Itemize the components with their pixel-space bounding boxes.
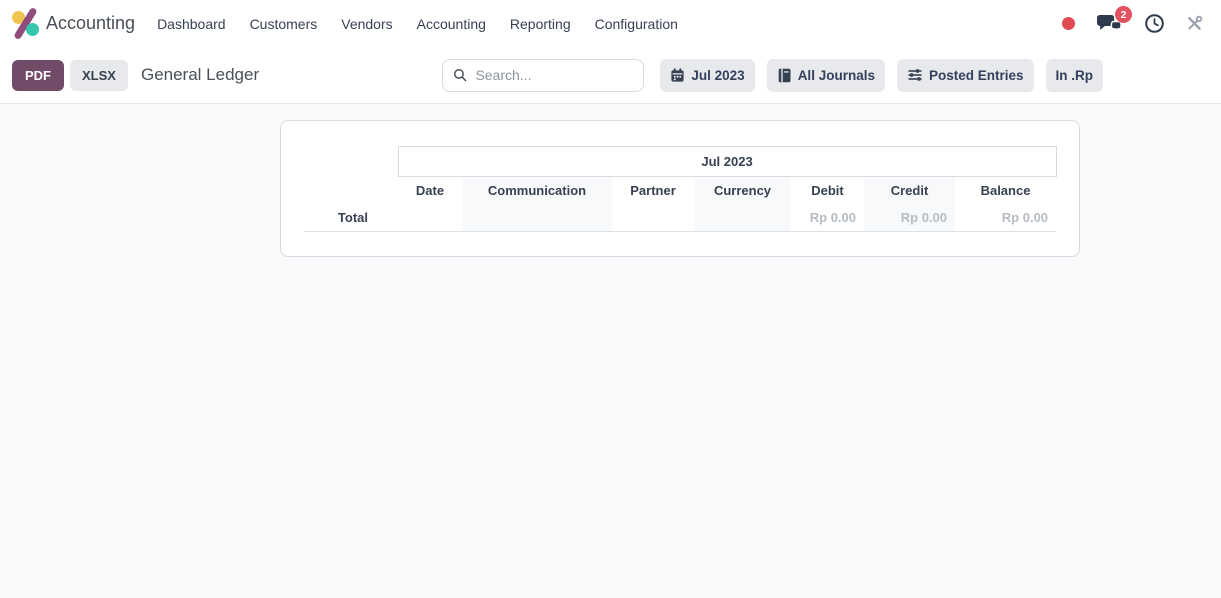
currency-filter-label: In .Rp (1055, 67, 1094, 83)
journals-filter-button[interactable]: All Journals (766, 58, 885, 92)
date-filter-button[interactable]: Jul 2023 (660, 58, 755, 92)
column-header-communication: Communication (487, 183, 587, 199)
date-filter-label: Jul 2023 (691, 67, 745, 83)
period-header-cell: Jul 2023 (397, 146, 1057, 177)
column-header-date: Date (415, 183, 445, 199)
empty-cell (398, 204, 462, 232)
messages-icon[interactable]: 2 (1096, 6, 1132, 34)
sliders-icon (908, 69, 922, 81)
page-title: General Ledger (140, 65, 260, 84)
empty-cell (304, 177, 398, 205)
period-header-row: Jul 2023 (304, 146, 1057, 177)
systray: 2 (1062, 6, 1211, 34)
column-header-balance: Balance (980, 183, 1031, 199)
export-xlsx-button[interactable]: XLSX (70, 59, 128, 91)
total-debit-value: Rp 0.00 (791, 204, 864, 232)
export-pdf-button[interactable]: PDF (12, 59, 64, 91)
calendar-icon (671, 68, 684, 82)
column-header-currency: Currency (713, 183, 772, 199)
journal-book-icon (778, 68, 791, 82)
search-icon (454, 68, 467, 82)
logo-teal-dot (26, 23, 39, 36)
column-header-partner: Partner (630, 183, 676, 199)
menu-item-customers[interactable]: Customers (248, 12, 320, 36)
journals-filter-label: All Journals (797, 67, 875, 83)
menu-item-accounting[interactable]: Accounting (415, 12, 488, 36)
recording-dot-icon[interactable] (1062, 17, 1075, 30)
activities-clock-icon[interactable] (1144, 13, 1165, 34)
menu-item-configuration[interactable]: Configuration (593, 12, 680, 36)
empty-cell (694, 204, 791, 232)
total-credit-value: Rp 0.00 (864, 204, 955, 232)
empty-cell (304, 147, 398, 177)
search-input[interactable] (475, 67, 634, 83)
menu-item-reporting[interactable]: Reporting (508, 12, 573, 36)
menu-item-dashboard[interactable]: Dashboard (155, 12, 228, 36)
search-box[interactable] (442, 58, 645, 92)
top-navbar: Accounting Dashboard Customers Vendors A… (0, 0, 1221, 47)
filter-buttons: Jul 2023 All Journals Posted Entries In … (660, 58, 1103, 92)
content-area: Jul 2023 Date Communication Partner Curr… (0, 104, 1221, 598)
app-logo-icon[interactable] (12, 6, 39, 41)
column-header-row: Date Communication Partner Currency Debi… (304, 177, 1056, 205)
empty-cell (612, 204, 694, 232)
total-balance-value: Rp 0.00 (955, 204, 1057, 232)
posted-entries-filter-button[interactable]: Posted Entries (896, 58, 1034, 92)
tools-icon[interactable] (1186, 15, 1203, 32)
main-menu: Dashboard Customers Vendors Accounting R… (155, 12, 680, 36)
column-header-credit: Credit (890, 183, 929, 199)
control-panel: PDF XLSX General Ledger Jul 2023 (0, 47, 1221, 104)
total-row-label: Total (304, 204, 398, 232)
posted-entries-filter-label: Posted Entries (928, 67, 1024, 83)
menu-item-vendors[interactable]: Vendors (339, 12, 394, 36)
general-ledger-report-card: Jul 2023 Date Communication Partner Curr… (280, 120, 1080, 257)
total-row: Total Rp 0.00 Rp 0.00 Rp 0.00 (304, 204, 1057, 232)
app-name[interactable]: Accounting (46, 13, 135, 34)
empty-cell (462, 204, 612, 232)
currency-filter-button[interactable]: In .Rp (1045, 58, 1103, 92)
messages-count-badge: 2 (1115, 6, 1132, 23)
ledger-table: Jul 2023 Date Communication Partner Curr… (304, 146, 1057, 232)
column-header-debit: Debit (811, 183, 844, 199)
